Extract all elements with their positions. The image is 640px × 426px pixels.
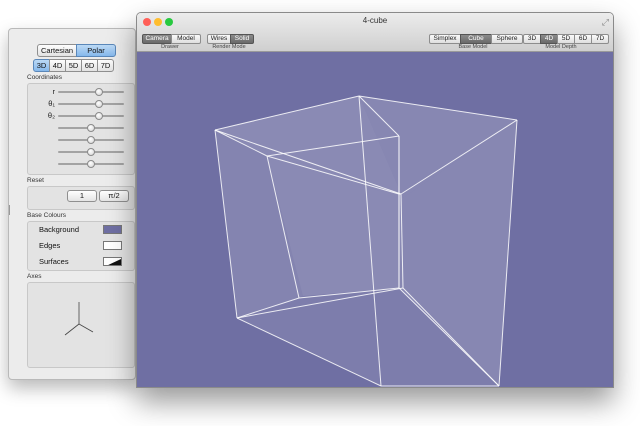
- depth-5d[interactable]: 5D: [557, 34, 575, 44]
- surfaces-colour-well[interactable]: [103, 257, 122, 266]
- panel-dim-4d[interactable]: 4D: [49, 59, 66, 72]
- coord-slider-knob[interactable]: [94, 111, 103, 120]
- edges-colour-well[interactable]: [103, 241, 122, 250]
- coord-slider-knob[interactable]: [87, 123, 95, 132]
- axes-label: Axes: [27, 273, 42, 280]
- depth-6d[interactable]: 6D: [574, 34, 592, 44]
- coord-slider-knob[interactable]: [87, 159, 95, 168]
- drawer-model[interactable]: Model: [171, 34, 201, 44]
- viewer-window: 4-cube ⤢ Camera Model Drawer Wires Solid…: [136, 12, 614, 388]
- coord-slider-track[interactable]: [58, 99, 124, 108]
- coord-slider-label: θ₁: [48, 99, 55, 108]
- coord-slider-track[interactable]: [58, 123, 124, 132]
- coord-slider-row: [35, 147, 124, 156]
- window-title: 4-cube: [362, 16, 388, 25]
- coord-mode-cartesian[interactable]: Cartesian: [37, 44, 77, 57]
- panel-dim-6d[interactable]: 6D: [81, 59, 98, 72]
- surfaces-gradient-icon: [108, 258, 121, 265]
- axes-gizmo-icon[interactable]: [27, 282, 133, 366]
- coord-slider-row: [35, 135, 124, 144]
- fullscreen-icon[interactable]: ⤢: [602, 17, 609, 28]
- coord-slider-track[interactable]: [58, 159, 124, 168]
- coordinates-label: Coordinates: [27, 74, 63, 81]
- render-mode-caption: Render Mode: [212, 44, 246, 50]
- render-mode-segmented: Wires Solid: [207, 34, 254, 44]
- panel-dim-7d[interactable]: 7D: [97, 59, 114, 72]
- drawer-segmented: Camera Model: [142, 34, 201, 44]
- coord-slider-row: [35, 159, 124, 168]
- drawer-camera[interactable]: Camera: [142, 34, 172, 44]
- coord-mode-segmented: Cartesian Polar: [37, 44, 116, 57]
- edges-colour-label: Edges: [39, 241, 61, 250]
- panel-dim-5d[interactable]: 5D: [65, 59, 82, 72]
- coord-slider-track[interactable]: [58, 87, 124, 96]
- coord-slider-track[interactable]: [58, 111, 124, 120]
- coord-slider-knob[interactable]: [94, 99, 103, 108]
- coord-slider-track[interactable]: [58, 147, 124, 156]
- depth-3d[interactable]: 3D: [523, 34, 541, 44]
- coord-slider-label: r: [52, 87, 56, 96]
- coord-slider-row: θ₁: [35, 99, 124, 108]
- base-model-caption: Base Model: [458, 44, 488, 50]
- base-simplex[interactable]: Simplex: [429, 34, 461, 44]
- panel-dimension-segmented: 3D 4D 5D 6D 7D: [33, 59, 114, 72]
- background-colour-label: Background: [39, 225, 80, 234]
- reset-pi-half-button[interactable]: π/2: [99, 190, 129, 202]
- coord-slider-row: [35, 123, 124, 132]
- base-cube[interactable]: Cube: [460, 34, 492, 44]
- render-wires[interactable]: Wires: [207, 34, 231, 44]
- controls-panel: Cartesian Polar 3D 4D 5D 6D 7D Coordinat…: [8, 28, 136, 380]
- model-depth-caption: Model Depth: [545, 44, 577, 50]
- coord-slider-knob[interactable]: [87, 147, 95, 156]
- depth-7d[interactable]: 7D: [591, 34, 609, 44]
- drawer-caption: Drawer: [161, 44, 179, 50]
- base-sphere[interactable]: Sphere: [491, 34, 523, 44]
- render-viewport[interactable]: [137, 52, 613, 387]
- coord-slider-track[interactable]: [58, 135, 124, 144]
- coord-mode-polar[interactable]: Polar: [76, 44, 116, 57]
- model-depth-segmented: 3D 4D 5D 6D 7D: [523, 34, 609, 44]
- titlebar: 4-cube ⤢ Camera Model Drawer Wires Solid…: [137, 13, 613, 52]
- depth-4d[interactable]: 4D: [540, 34, 558, 44]
- render-solid[interactable]: Solid: [230, 34, 254, 44]
- coord-slider-row: θ₂: [35, 111, 124, 120]
- coord-slider-label: θ₂: [47, 111, 55, 120]
- surfaces-colour-label: Surfaces: [39, 257, 69, 266]
- base-model-segmented: Simplex Cube Sphere: [429, 34, 523, 44]
- coord-slider-knob[interactable]: [87, 135, 95, 144]
- panel-resize-grip[interactable]: [9, 205, 13, 215]
- coord-slider-row: r: [35, 87, 124, 96]
- coord-slider-knob[interactable]: [94, 87, 103, 96]
- panel-dim-3d[interactable]: 3D: [33, 59, 50, 72]
- base-colours-label: Base Colours: [27, 212, 67, 219]
- reset-label: Reset: [27, 177, 44, 184]
- background-colour-well[interactable]: [103, 225, 122, 234]
- reset-one-button[interactable]: 1: [67, 190, 97, 202]
